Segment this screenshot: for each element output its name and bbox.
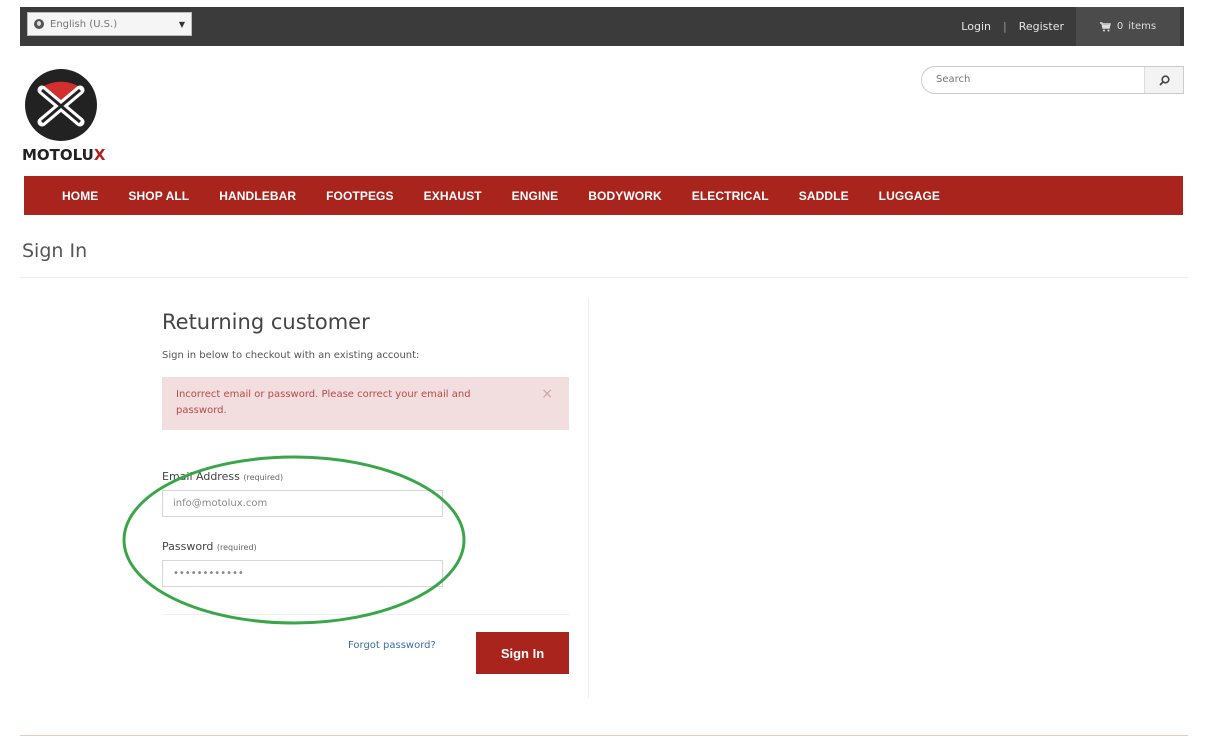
cart-label: items (1128, 21, 1157, 32)
nav-item-handlebar[interactable]: HANDLEBAR (219, 189, 296, 203)
form-title: Returning customer (162, 310, 370, 334)
account-links: Login | Register (961, 7, 1064, 46)
search-icon (1158, 74, 1170, 86)
close-icon[interactable]: × (541, 386, 553, 402)
nav-item-bodywork[interactable]: BODYWORK (588, 189, 661, 203)
nav-item-home[interactable]: HOME (62, 189, 98, 203)
column-divider (588, 298, 589, 698)
top-bar: English (U.S.) ▼ Login | Register 0 item… (20, 7, 1184, 46)
main-nav: HOME SHOP ALL HANDLEBAR FOOTPEGS EXHAUST… (24, 176, 1183, 215)
cart-icon (1099, 21, 1111, 31)
page-title: Sign In (22, 240, 88, 262)
logo-wordmark: MOTOLUX (22, 146, 106, 164)
title-divider (20, 277, 1188, 278)
nav-item-engine[interactable]: ENGINE (512, 189, 559, 203)
register-link[interactable]: Register (1019, 20, 1064, 33)
motolux-logo[interactable] (24, 68, 98, 142)
login-link[interactable]: Login (961, 20, 991, 33)
nav-item-luggage[interactable]: LUGGAGE (879, 189, 940, 203)
forgot-password-link[interactable]: Forgot password? (348, 640, 436, 651)
globe-icon (34, 19, 44, 29)
cart-button[interactable]: 0 items (1076, 7, 1180, 46)
nav-item-footpegs[interactable]: FOOTPEGS (326, 189, 393, 203)
form-subtitle: Sign in below to checkout with an existi… (162, 350, 420, 361)
highlight-ellipse (122, 455, 466, 625)
nav-item-electrical[interactable]: ELECTRICAL (692, 189, 769, 203)
error-message: Incorrect email or password. Please corr… (176, 389, 471, 416)
nav-item-shop-all[interactable]: SHOP ALL (128, 189, 189, 203)
search-box (921, 66, 1184, 94)
error-alert: Incorrect email or password. Please corr… (162, 377, 569, 430)
nav-item-saddle[interactable]: SADDLE (799, 189, 849, 203)
language-value: English (U.S.) (50, 18, 118, 30)
sign-in-button[interactable]: Sign In (476, 632, 569, 674)
cart-count: 0 (1116, 21, 1124, 32)
footer-divider (20, 735, 1188, 736)
nav-item-exhaust[interactable]: EXHAUST (424, 189, 482, 203)
language-select[interactable]: English (U.S.) ▼ (27, 12, 192, 36)
link-separator: | (1002, 20, 1007, 33)
caret-down-icon: ▼ (178, 20, 185, 29)
search-button[interactable] (1144, 67, 1183, 93)
search-input[interactable] (934, 73, 1138, 86)
